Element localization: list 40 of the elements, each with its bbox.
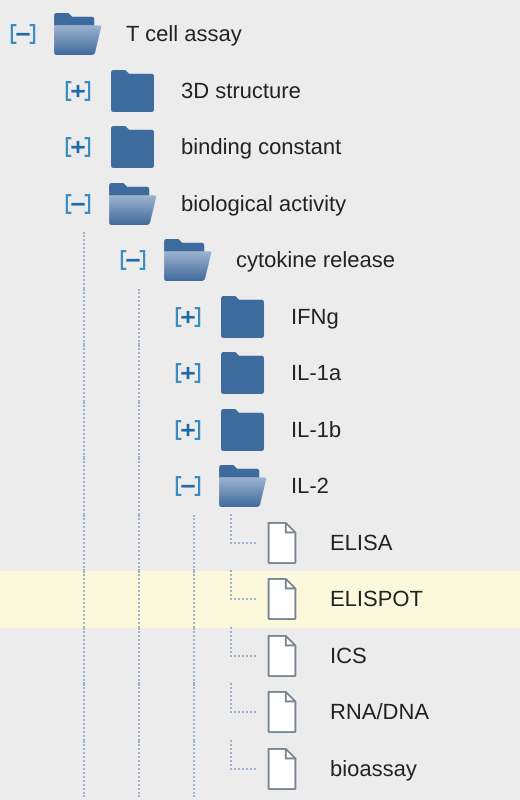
expand-toggle[interactable] (175, 420, 201, 440)
tree-item-label: IL-2 (291, 473, 329, 500)
collapse-toggle[interactable] (10, 24, 36, 44)
expand-toggle[interactable] (65, 80, 91, 101)
tree-item-label: ELISA (330, 530, 392, 556)
tree-row[interactable]: biological activity (0, 176, 520, 232)
expand-toggle[interactable] (175, 363, 201, 384)
expand-toggle[interactable] (175, 306, 201, 327)
tree-row[interactable]: RNA/DNA (0, 684, 520, 740)
tree-item-label: cytokine release (236, 247, 395, 274)
tree-item-label: IL-1b (291, 416, 342, 443)
open-folder-icon (217, 464, 269, 508)
tree-item-label: biological activity (181, 190, 346, 217)
tree-item-label: IFNg (291, 304, 339, 330)
open-folder-icon (107, 182, 159, 226)
tree-item-label: bioassay (330, 756, 417, 782)
tree-item-label: ICS (330, 642, 367, 669)
open-folder-icon (52, 12, 104, 56)
tree-row[interactable]: IL-1b (0, 402, 520, 458)
tree-row[interactable]: IFNg (0, 288, 520, 345)
expand-toggle[interactable] (65, 137, 91, 158)
collapse-toggle[interactable] (65, 194, 91, 214)
tree-row[interactable]: binding constant (0, 119, 520, 176)
tree-row[interactable]: 3D structure (0, 62, 520, 119)
tree-item-label: T cell assay (126, 21, 242, 48)
tree-item-label: 3D structure (181, 78, 301, 104)
tree-item-label: RNA/DNA (330, 699, 430, 726)
tree-row[interactable]: IL-2 (0, 458, 520, 514)
tree-row[interactable]: T cell assay (0, 6, 520, 62)
tree-item-label: ELISPOT (330, 586, 423, 612)
tree-item-label: binding constant (181, 134, 342, 160)
tree-item-label: IL-1a (291, 360, 342, 386)
tree-row[interactable]: bioassay (0, 740, 520, 797)
open-folder-icon (162, 238, 214, 282)
tree-row[interactable]: ELISPOT (0, 571, 520, 628)
collapse-toggle[interactable] (120, 250, 146, 270)
tree-row[interactable]: IL-1a (0, 345, 520, 402)
collapse-toggle[interactable] (175, 476, 201, 496)
tree-row[interactable]: ICS (0, 628, 520, 684)
tree-row[interactable]: cytokine release (0, 232, 520, 288)
